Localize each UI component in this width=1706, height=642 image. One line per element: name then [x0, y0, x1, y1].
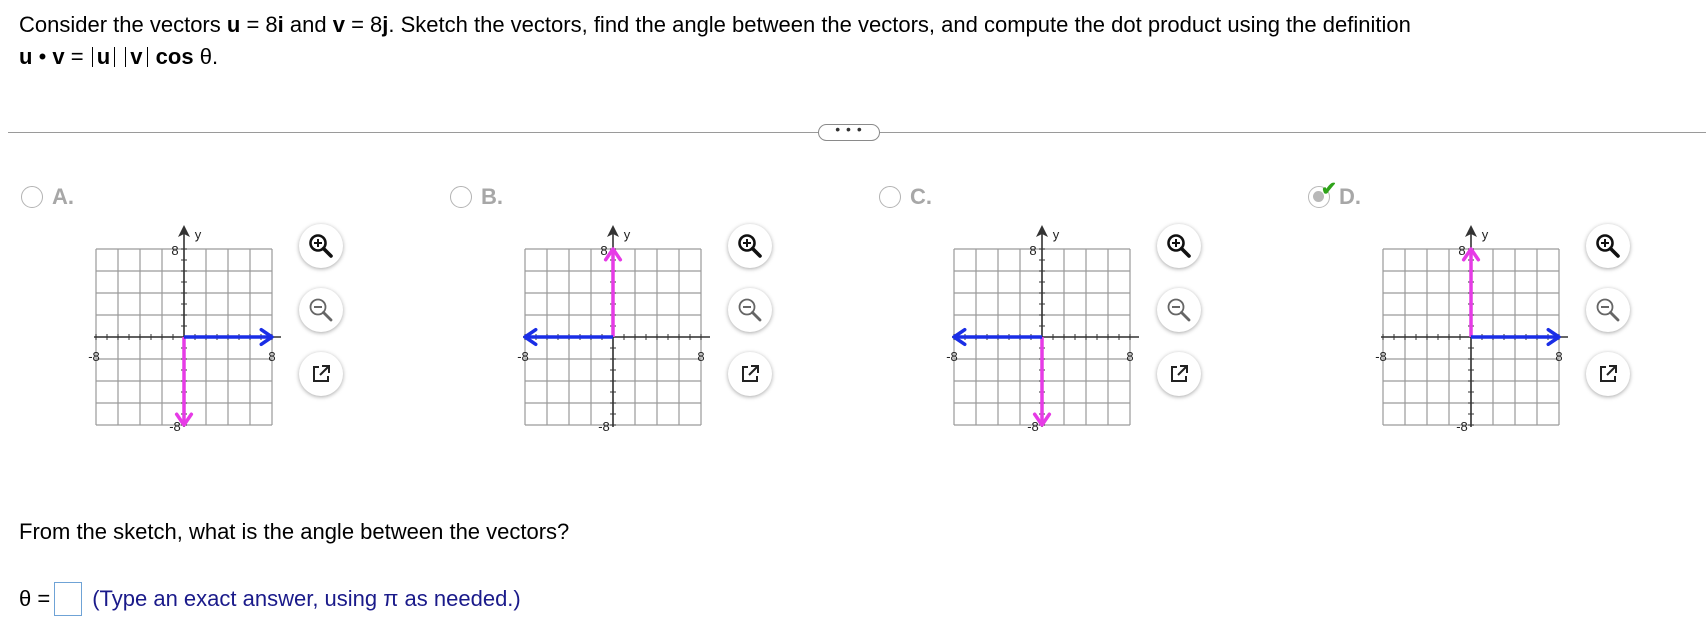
option-b: B.xy8-88-8: [450, 184, 870, 454]
vector-graph: xy8-88-8: [946, 225, 1139, 434]
option-radio-button[interactable]: [450, 186, 472, 208]
vector-graph: xy8-88-8: [517, 225, 710, 434]
option-radio-row[interactable]: ✔ D.: [1308, 179, 1361, 210]
x-tick-neg8: -8: [946, 349, 958, 364]
angle-answer-input[interactable]: [54, 582, 83, 616]
zoom-out-icon: [1167, 298, 1191, 322]
option-label: D.: [1339, 184, 1361, 209]
answer-row: θ = (Type an exact answer, using π as ne…: [19, 582, 521, 616]
zoom-out-icon: [309, 298, 333, 322]
zoom-out-icon: [738, 298, 762, 322]
answer-hint: (Type an exact answer, using π as needed…: [92, 586, 521, 611]
option-radio-button[interactable]: [21, 186, 43, 208]
theta-label: θ =: [19, 586, 51, 611]
option-radio-row[interactable]: C.: [879, 184, 932, 210]
y-tick-neg8: -8: [598, 419, 610, 434]
open-new-window-button[interactable]: [1586, 352, 1630, 396]
option-radio-row[interactable]: A.: [21, 184, 74, 210]
zoom-in-icon: [309, 234, 333, 258]
zoom-in-icon: [1596, 234, 1620, 258]
x-tick-8: 8: [268, 349, 275, 364]
open-new-window-button[interactable]: [299, 352, 343, 396]
open-new-window-icon: [313, 365, 330, 382]
x-tick-8: 8: [1555, 349, 1562, 364]
correct-check-icon: ✔: [1321, 179, 1337, 200]
expand-button[interactable]: • • •: [818, 122, 880, 141]
x-tick-8: 8: [697, 349, 704, 364]
vector-graph: xy8-88-8: [1375, 225, 1568, 434]
open-new-window-button[interactable]: [1157, 352, 1201, 396]
zoom-in-button[interactable]: [1586, 224, 1630, 268]
zoom-in-icon: [1167, 234, 1191, 258]
y-tick-neg8: -8: [1027, 419, 1039, 434]
y-axis-label: y: [624, 227, 631, 242]
open-new-window-icon: [1171, 365, 1188, 382]
zoom-out-button[interactable]: [1586, 288, 1630, 332]
option-radio-button[interactable]: [879, 186, 901, 208]
open-new-window-icon: [1600, 365, 1617, 382]
x-tick-neg8: -8: [517, 349, 529, 364]
y-axis-label: y: [195, 227, 202, 242]
zoom-out-icon: [1596, 298, 1620, 322]
zoom-out-button[interactable]: [1157, 288, 1201, 332]
option-c: C.xy8-88-8: [879, 184, 1299, 454]
option-a: A.xy8-88-8: [21, 184, 441, 454]
zoom-in-button[interactable]: [728, 224, 772, 268]
x-tick-8: 8: [1126, 349, 1133, 364]
y-axis-label: y: [1482, 227, 1489, 242]
y-tick-neg8: -8: [1456, 419, 1468, 434]
open-new-window-button[interactable]: [728, 352, 772, 396]
option-label: A.: [52, 184, 74, 209]
angle-prompt: From the sketch, what is the angle betwe…: [19, 519, 570, 544]
zoom-in-button[interactable]: [299, 224, 343, 268]
y-tick-8: 8: [171, 243, 178, 258]
option-label: B.: [481, 184, 503, 209]
option-label: C.: [910, 184, 932, 209]
y-tick-neg8: -8: [169, 419, 181, 434]
zoom-in-icon: [738, 234, 762, 258]
zoom-out-button[interactable]: [728, 288, 772, 332]
option-radio-row[interactable]: B.: [450, 184, 503, 210]
open-new-window-icon: [742, 365, 759, 382]
vector-graph: xy8-88-8: [88, 225, 281, 434]
x-tick-neg8: -8: [88, 349, 100, 364]
y-tick-8: 8: [1029, 243, 1036, 258]
option-d: ✔D.xy8-88-8: [1308, 179, 1706, 454]
y-axis-label: y: [1053, 227, 1060, 242]
zoom-out-button[interactable]: [299, 288, 343, 332]
x-tick-neg8: -8: [1375, 349, 1387, 364]
question-text: Consider the vectors u = 8i and v = 8j. …: [19, 12, 1411, 69]
zoom-in-button[interactable]: [1157, 224, 1201, 268]
